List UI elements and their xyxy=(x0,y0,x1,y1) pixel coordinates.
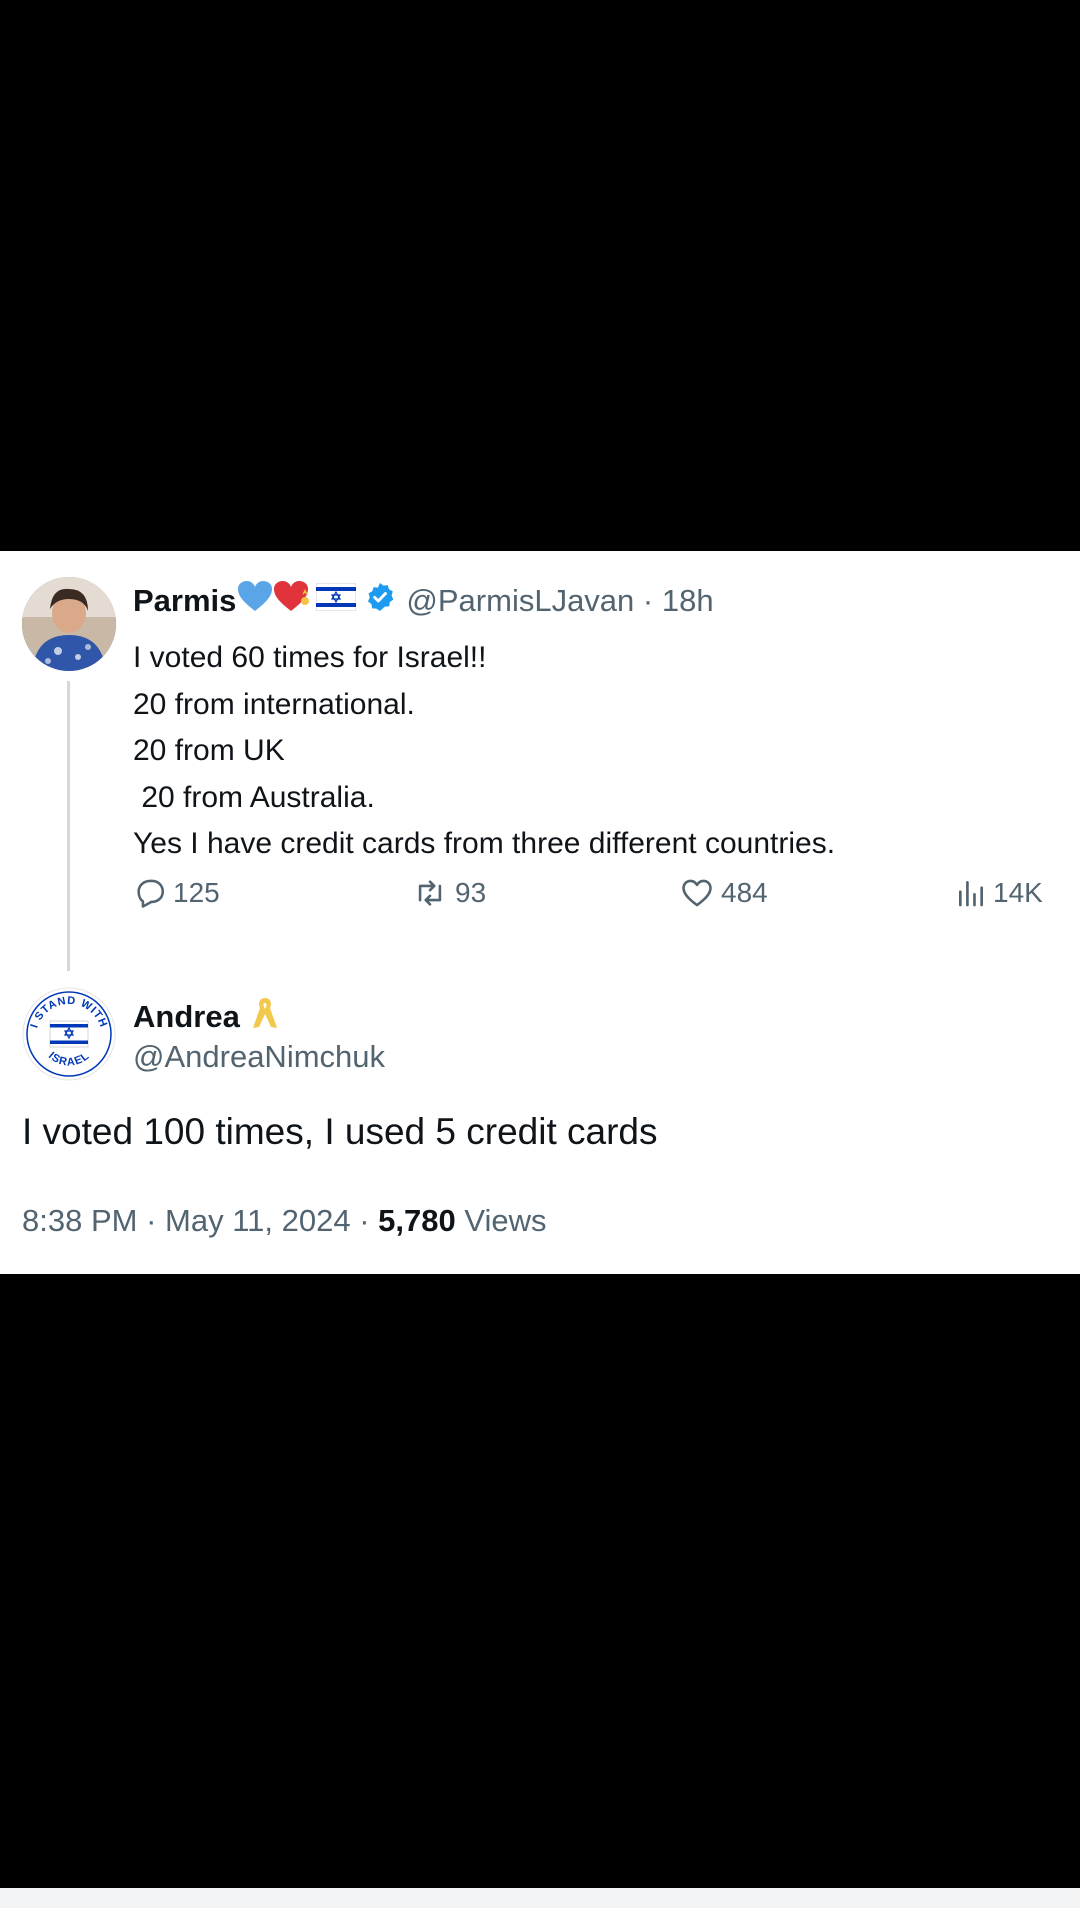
reply-meta-line: 8:38 PM · May 11, 2024 · 5,780 Views xyxy=(22,1203,547,1239)
parent-action-bar: 125 93 484 14K xyxy=(133,876,1063,916)
reply-time[interactable]: 8:38 PM xyxy=(22,1203,137,1238)
parent-author-name[interactable]: Parmis xyxy=(133,583,236,619)
parent-handle-and-time[interactable]: @ParmisLJavan · 18h xyxy=(406,583,713,619)
reply-views-label: Views xyxy=(464,1203,547,1238)
views-button[interactable]: 14K xyxy=(955,876,1043,910)
tweet-line: 20 from international. xyxy=(133,687,415,721)
meta-separator: · xyxy=(642,583,654,618)
reply-date[interactable]: May 11, 2024 xyxy=(165,1203,351,1238)
meta-separator: · xyxy=(359,1203,370,1238)
reply-tweet-text: I voted 100 times, I used 5 credit cards xyxy=(22,1111,658,1152)
reply-author-name[interactable]: Andrea xyxy=(133,999,240,1035)
like-count: 484 xyxy=(721,877,768,908)
bottom-edge-strip xyxy=(0,1888,1080,1908)
verified-badge-icon xyxy=(364,581,396,621)
heart-icon xyxy=(682,879,712,907)
reply-icon xyxy=(137,879,165,908)
heart-with-flag-icon xyxy=(274,581,314,621)
andrea-avatar[interactable]: I STAND WITH ISRAEL xyxy=(22,987,116,1081)
repost-count: 93 xyxy=(455,877,487,908)
blue-heart-icon xyxy=(238,581,273,621)
like-button[interactable]: 484 xyxy=(679,876,768,910)
meta-separator: · xyxy=(146,1203,157,1238)
parent-tweet-text: I voted 60 times for Israel!! 20 from in… xyxy=(133,635,835,868)
repost-button[interactable]: 93 xyxy=(411,876,486,910)
israel-flag-icon xyxy=(315,582,357,619)
tweet-card: Parmis @ParmisLJavan · 18h I voted 60 ti… xyxy=(0,551,1080,1274)
views-count: 14K xyxy=(993,877,1043,908)
reply-author-name-row: Andrea xyxy=(133,994,280,1040)
parent-timestamp[interactable]: 18h xyxy=(662,583,714,618)
yellow-ribbon-icon xyxy=(250,994,280,1040)
tweet-line: 20 from UK xyxy=(133,734,285,767)
parent-handle[interactable]: @ParmisLJavan xyxy=(406,583,634,618)
reply-count: 125 xyxy=(173,877,220,908)
parmis-avatar[interactable] xyxy=(22,577,116,671)
reply-views-count: 5,780 xyxy=(378,1203,456,1238)
tweet-line: 20 from Australia. xyxy=(133,780,375,814)
repost-icon xyxy=(418,880,442,906)
views-chart-icon xyxy=(959,881,983,907)
thread-connector-line xyxy=(67,681,70,971)
reply-handle[interactable]: @AndreaNimchuk xyxy=(133,1039,385,1075)
tweet-line: Yes I have credit cards from three diffe… xyxy=(133,827,836,860)
tweet-line: I voted 60 times for Israel!! xyxy=(133,641,487,674)
reply-button[interactable]: 125 xyxy=(133,876,220,910)
screenshot-frame: Parmis @ParmisLJavan · 18h I voted 60 ti… xyxy=(0,0,1080,1908)
parent-tweet-header: Parmis @ParmisLJavan · 18h xyxy=(133,581,714,621)
